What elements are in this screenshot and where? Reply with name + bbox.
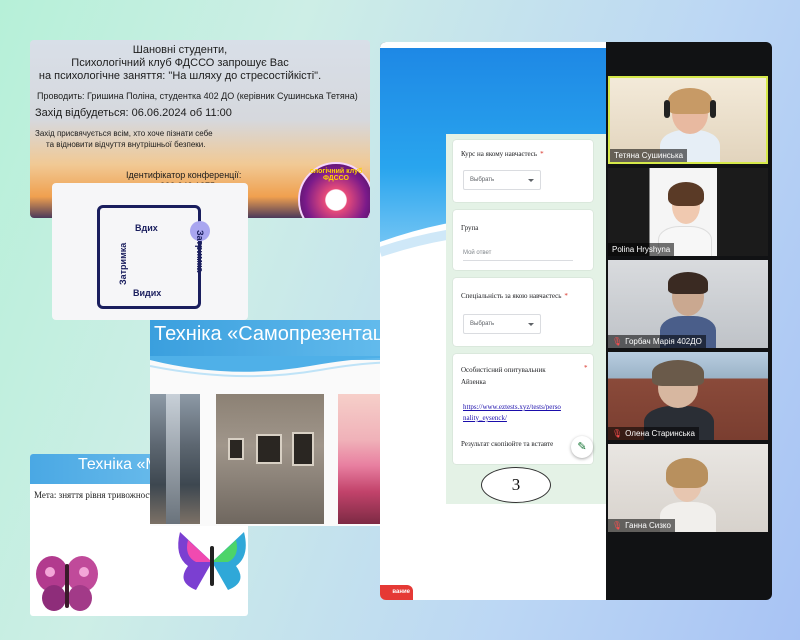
participant-tile[interactable]: 🎙 Ганна Сизко — [608, 444, 768, 532]
butterfly-image-pink — [36, 556, 98, 611]
breath-top-label: Вдих — [135, 223, 158, 233]
breathing-square-slide: Вдих Затримка Видих Затримка — [52, 183, 248, 320]
eysenck-test-link-cont[interactable]: nality_eysenck/ — [463, 413, 507, 424]
group-input[interactable]: Мой ответ — [463, 250, 491, 256]
participant-tile[interactable]: 🎙 Олена Старинська — [608, 352, 768, 440]
course-select-value: Выбрать — [470, 177, 495, 183]
invite-greeting: Шановні студенти, — [132, 44, 228, 56]
question-eysenck-line2: Айзенка — [461, 378, 486, 386]
technique-m-goal: Мета: зняття рівня тривожност — [34, 490, 154, 500]
group-input-underline — [463, 260, 573, 261]
mic-off-icon: 🎙 — [612, 521, 623, 530]
question-card-specialty: Спеціальність за якою навчаєтесь * Выбрат… — [453, 278, 593, 346]
invite-desc-1: Захід присвячується всім, хто хоче пізна… — [35, 129, 213, 138]
question-specialty-label: Спеціальність за якою навчаєтесь — [461, 292, 562, 300]
breath-bottom-label: Видих — [133, 288, 162, 298]
self-presentation-title: Техніка «Самопрезентація» — [154, 323, 411, 345]
club-logo: ологічний клуб ФДССО — [298, 162, 370, 218]
breath-left-label: Затримка — [118, 242, 128, 285]
specialty-select[interactable]: Выбрать — [463, 314, 541, 334]
participant-name: 🎙 Горбач Марія 402ДО — [608, 335, 706, 348]
participant-name: Тетяна Сушинська — [610, 149, 688, 162]
city-street-photo — [150, 394, 200, 524]
invite-desc-2: та відновити відчуття внутрішньої безпек… — [46, 140, 206, 149]
invite-date: Захід відбудеться: 06.06.2024 об 11:00 — [35, 107, 232, 119]
shared-screen-form: Курс на якому навчаєтесь * Выбрать Група … — [380, 42, 606, 600]
page-number-oval: 3 — [481, 467, 551, 503]
mic-off-icon: 🎙 — [612, 337, 623, 346]
participant-name: 🎙 Ганна Сизко — [608, 519, 675, 532]
required-mark: * — [584, 364, 588, 372]
required-mark: * — [564, 292, 568, 300]
participant-tile[interactable]: Polina Hryshyna — [608, 168, 768, 256]
invite-host: Проводить: Гришина Поліна, студентка 402… — [37, 91, 358, 101]
dropdown-caret-icon — [528, 323, 534, 326]
art-gallery-photo — [216, 394, 324, 524]
participant-tile[interactable]: Тетяна Сушинська — [608, 76, 768, 164]
course-select[interactable]: Выбрать — [463, 170, 541, 190]
zoom-meeting-window: Курс на якому навчаєтесь * Выбрать Група … — [380, 42, 772, 600]
dropdown-caret-icon — [528, 179, 534, 182]
question-eysenck-line1: Особистісний опитувальник — [461, 366, 546, 374]
participant-tile[interactable]: 🎙 Горбач Марія 402ДО — [608, 260, 768, 348]
club-logo-text: ологічний клуб ФДССО — [309, 168, 363, 182]
invite-conf-label: Ідентифікатор конференції: — [126, 170, 242, 180]
eysenck-test-link[interactable]: https://www.eztests.xyz/tests/perso — [463, 402, 561, 413]
butterfly-image-rainbow — [178, 532, 246, 590]
breath-right-label: Затримка — [195, 230, 205, 273]
mic-off-icon: 🎙 — [612, 429, 623, 438]
invite-topic: на психологічне заняття: "На шляху до ст… — [38, 70, 322, 82]
edit-pencil-button[interactable]: ✎ — [571, 436, 593, 458]
technique-m-title: Техніка «М — [78, 456, 159, 473]
invite-club-line: Психологічний клуб ФДССО запрошує Вас — [71, 57, 289, 69]
participant-name: 🎙 Олена Старинська — [608, 427, 699, 440]
pencil-icon: ✎ — [577, 441, 587, 453]
question-eysenck-instruction: Результат скопіюйте та вставте — [461, 440, 554, 448]
red-tab-label[interactable]: вание — [380, 585, 413, 600]
question-course-label: Курс на якому навчаєтесь — [461, 150, 538, 158]
specialty-select-value: Выбрать — [470, 321, 495, 327]
question-card-course: Курс на якому навчаєтесь * Выбрать — [453, 140, 593, 202]
required-mark: * — [540, 150, 544, 158]
question-group-label: Група — [461, 224, 479, 232]
question-card-group: Група Мой ответ — [453, 210, 593, 270]
participant-name: Polina Hryshyna — [608, 243, 675, 256]
